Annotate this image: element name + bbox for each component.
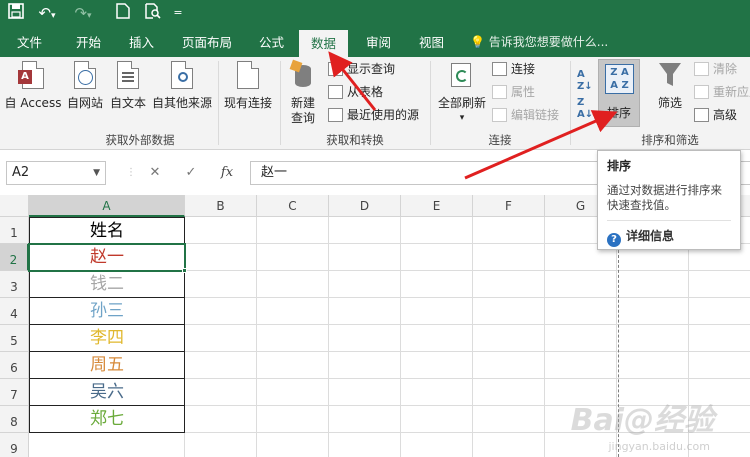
arrow-to-data-tab [328,51,377,111]
watermark-logo: Bai@经验 [570,403,714,438]
watermark-url: jingyan.baidu.com [608,440,710,453]
annotation-arrows [328,51,618,180]
arrow-to-sort-button [464,110,618,180]
